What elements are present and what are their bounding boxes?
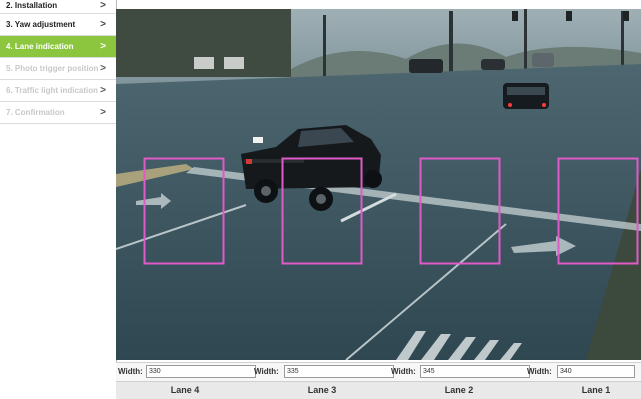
step-label: 6. Traffic light indication	[6, 86, 99, 95]
chevron-right-icon: >	[100, 85, 106, 96]
step-label: 4. Lane indication	[6, 42, 74, 51]
step-label: 5. Photo trigger position	[6, 64, 99, 73]
step-lane-indication[interactable]: 4. Lane indication >	[0, 36, 116, 58]
step-installation[interactable]: 2. Installation >	[0, 0, 116, 14]
step-label: 2. Installation	[6, 1, 58, 10]
lane-2-width-input[interactable]	[420, 365, 530, 378]
chevron-right-icon: >	[100, 63, 106, 74]
step-traffic-light-indication: 6. Traffic light indication >	[0, 80, 116, 102]
step-label: 3. Yaw adjustment	[6, 20, 76, 29]
road	[116, 64, 641, 360]
chevron-right-icon: >	[100, 19, 106, 30]
step-label: 7. Confirmation	[6, 108, 65, 117]
lane-1-width-input[interactable]	[557, 365, 635, 378]
chevron-right-icon: >	[100, 0, 106, 11]
width-label: Width:	[118, 367, 143, 376]
width-label: Width:	[527, 367, 552, 376]
camera-image	[116, 9, 641, 360]
lane-4-width-input[interactable]	[146, 365, 256, 378]
lane-3-width-input[interactable]	[284, 365, 394, 378]
width-label: Width:	[391, 367, 416, 376]
chevron-right-icon: >	[100, 41, 106, 52]
camera-view	[116, 9, 641, 360]
width-label: Width:	[254, 367, 279, 376]
lane-2-label: Lane 2	[444, 385, 474, 395]
lane-4-label: Lane 4	[170, 385, 200, 395]
step-photo-trigger-position: 5. Photo trigger position >	[0, 58, 116, 80]
lane-label-row: Lane 4 Lane 3 Lane 2 Lane 1	[116, 381, 641, 399]
step-confirmation: 7. Confirmation >	[0, 102, 116, 124]
width-row: Width: Width: Width: Width:	[116, 362, 641, 381]
step-yaw-adjustment[interactable]: 3. Yaw adjustment >	[0, 14, 116, 36]
lane-1-width-group: Width:	[527, 365, 635, 379]
lane-4-width-group: Width:	[118, 365, 256, 379]
lane-3-width-group: Width:	[254, 365, 394, 379]
wizard-steps: 2. Installation > 3. Yaw adjustment > 4.…	[0, 0, 117, 398]
lane-1-label: Lane 1	[581, 385, 611, 395]
lane-3-label: Lane 3	[307, 385, 337, 395]
chevron-right-icon: >	[100, 107, 106, 118]
lane-2-width-group: Width:	[391, 365, 530, 379]
